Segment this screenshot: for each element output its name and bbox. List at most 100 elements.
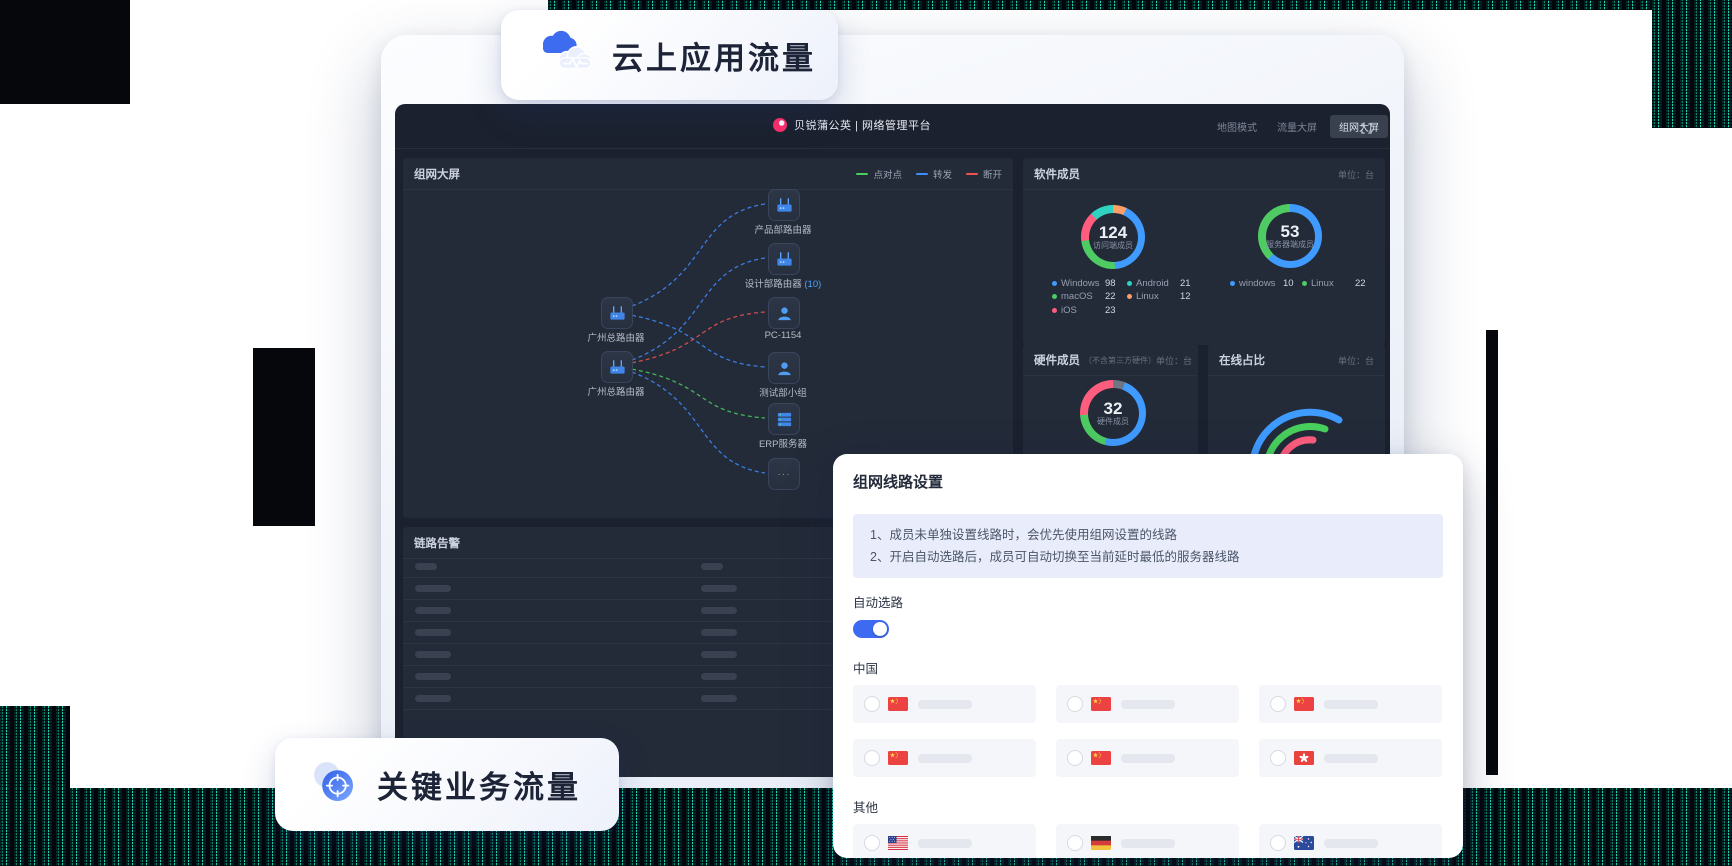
legend-name: Linux (1136, 291, 1176, 302)
line-option[interactable] (853, 685, 1036, 723)
glitch-noise (1486, 330, 1498, 775)
line-option[interactable] (1056, 685, 1239, 723)
auto-route-toggle[interactable] (853, 620, 889, 638)
node-count: (10) (802, 279, 822, 290)
tab-组网大屏[interactable]: 组网大屏 (1330, 115, 1388, 138)
line-option[interactable] (1056, 739, 1239, 777)
legend-value: 12 (1180, 291, 1191, 302)
node-more[interactable]: ··· (768, 458, 800, 490)
software-legend-group: Windows98 macOS22 iOS 23 (1052, 278, 1116, 315)
cn-flag-icon (1091, 751, 1111, 765)
radio-button[interactable] (1270, 696, 1286, 712)
brand: 贝锐蒲公英 | 网络管理平台 (773, 117, 931, 133)
more-icon: ··· (778, 469, 791, 480)
topology-edge-转发 (632, 204, 765, 306)
skeleton-text (918, 754, 972, 763)
donut-value: 53 (1281, 223, 1300, 240)
radio-button[interactable] (1067, 750, 1083, 766)
line-option[interactable] (1259, 739, 1442, 777)
node-design[interactable] (768, 243, 800, 275)
de-flag-icon (1091, 836, 1111, 850)
legend-item: Linux22 (1302, 278, 1366, 288)
badge-label: 关键业务流量 (377, 762, 581, 807)
cloud-traffic-badge: 云上应用流量 (501, 10, 838, 100)
fullscreen-icon[interactable] (1361, 121, 1372, 139)
donut-center: 32 硬件成员 (1080, 380, 1146, 446)
settings-title: 组网线路设置 (853, 471, 1443, 492)
cn-flag-icon (1294, 697, 1314, 711)
hk-flag-icon (1294, 751, 1314, 765)
cn-flag-icon (1091, 697, 1111, 711)
legend-dot-icon (1230, 281, 1235, 286)
node-erp[interactable] (768, 403, 800, 435)
node-label: PC-1154 (723, 330, 843, 341)
donut-label: 硬件成员 (1097, 418, 1129, 426)
panel-subtitle: （不含第三方硬件） (1084, 355, 1156, 366)
radio-button[interactable] (864, 696, 880, 712)
skeleton-bar (415, 563, 437, 570)
legend-name: Windows (1061, 278, 1101, 289)
router-icon (775, 250, 794, 269)
legend-dot-icon (1052, 281, 1057, 286)
skeleton-text (1121, 754, 1175, 763)
radio-button[interactable] (1270, 750, 1286, 766)
line-options-grid (853, 685, 1443, 777)
radio-button[interactable] (864, 750, 880, 766)
skeleton-text (1121, 700, 1175, 709)
access-members-donut: 124 访问端成员 (1081, 205, 1145, 269)
radio-button[interactable] (1067, 696, 1083, 712)
legend-value: 23 (1105, 305, 1116, 316)
radio-button[interactable] (1067, 835, 1083, 851)
line-option[interactable] (1259, 685, 1442, 723)
skeleton-bar (415, 673, 451, 680)
line-option[interactable] (853, 739, 1036, 777)
node-gz1[interactable] (601, 297, 633, 329)
donut-center: 124 访问端成员 (1081, 205, 1145, 269)
skeleton-bar (415, 695, 451, 702)
node-pc[interactable] (768, 297, 800, 329)
node-label: 测试部小组 (723, 385, 843, 399)
section-label-中国: 中国 (853, 658, 1443, 677)
node-gz2[interactable] (601, 351, 633, 383)
hardware-panel-header: 硬件成员 （不含第三方硬件） 单位：台 (1023, 344, 1198, 376)
legend-item: macOS22 (1052, 292, 1116, 302)
node-label: 设计部路由器 (10) (723, 276, 843, 290)
legend-value: 22 (1105, 291, 1116, 302)
tab-流量大屏[interactable]: 流量大屏 (1270, 115, 1324, 138)
line-option[interactable] (853, 824, 1036, 858)
node-label: 产品部路由器 (723, 222, 843, 236)
legend-name: Android (1136, 278, 1176, 289)
node-prod[interactable] (768, 189, 800, 221)
badge-label: 云上应用流量 (612, 33, 816, 78)
legend-value: 21 (1180, 278, 1191, 289)
radio-button[interactable] (864, 835, 880, 851)
glitch-noise (548, 0, 1732, 10)
cn-flag-icon (888, 751, 908, 765)
legend-dot-icon (1052, 308, 1057, 313)
toggle-knob (873, 622, 887, 636)
legend-item: Linux 12 (1127, 292, 1191, 302)
skeleton-bar (415, 629, 451, 636)
person-icon (775, 359, 794, 378)
brand-title: 贝锐蒲公英 | 网络管理平台 (794, 117, 931, 133)
line-option[interactable] (1259, 824, 1442, 858)
line-option[interactable] (1056, 824, 1239, 858)
dashboard-header: 贝锐蒲公英 | 网络管理平台 地图模式流量大屏组网大屏 (395, 104, 1390, 149)
server-icon (775, 410, 794, 429)
hardware-members-donut: 32 硬件成员 (1080, 380, 1146, 446)
skeleton-bar (415, 607, 451, 614)
topology-edge-转发 (632, 258, 765, 360)
unit-label: 单位：台 (1338, 168, 1374, 181)
router-icon (608, 304, 627, 323)
software-legend-group: windows10 (1230, 278, 1294, 288)
radio-button[interactable] (1270, 835, 1286, 851)
legend-value: 10 (1283, 278, 1294, 289)
legend-name: iOS (1061, 305, 1101, 316)
donut-value: 32 (1104, 400, 1123, 417)
skeleton-text (1324, 754, 1378, 763)
settings-body: 组网线路设置 1、成员未单独设置线路时，会优先使用组网设置的线路 2、开启自动选… (833, 454, 1463, 858)
settings-notes: 1、成员未单独设置线路时，会优先使用组网设置的线路 2、开启自动选路后，成员可自… (853, 514, 1443, 578)
legend-item: Windows98 (1052, 278, 1116, 288)
node-test[interactable] (768, 352, 800, 384)
tab-地图模式[interactable]: 地图模式 (1210, 115, 1264, 138)
